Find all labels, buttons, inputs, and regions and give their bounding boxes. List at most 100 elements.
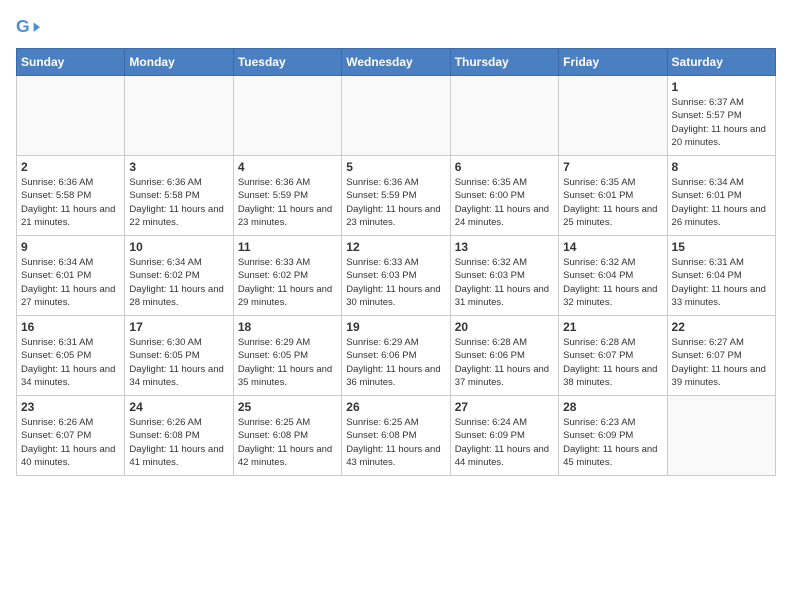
day-cell: 19 Sunrise: 6:29 AM Sunset: 6:06 PM Dayli… [342,316,450,396]
day-cell: 22Sunrise: 6:27 AM Sunset: 6:07 PM Dayli… [667,316,775,396]
day-info: Sunrise: 6:33 AM Sunset: 6:02 PM Dayligh… [238,256,337,309]
col-header-sunday: Sunday [17,49,125,76]
day-number: 6 [455,160,554,174]
day-cell: 18 Sunrise: 6:29 AM Sunset: 6:05 PM Dayli… [233,316,341,396]
day-cell: 11 Sunrise: 6:33 AM Sunset: 6:02 PM Dayli… [233,236,341,316]
day-cell: 15 Sunrise: 6:31 AM Sunset: 6:04 PM Dayli… [667,236,775,316]
day-cell: 20 Sunrise: 6:28 AM Sunset: 6:06 PM Dayli… [450,316,558,396]
day-cell [450,76,558,156]
day-number: 26 [346,400,445,414]
page-header: G [16,16,776,40]
col-header-saturday: Saturday [667,49,775,76]
day-number: 13 [455,240,554,254]
day-number: 5 [346,160,445,174]
day-number: 24 [129,400,228,414]
day-number: 28 [563,400,662,414]
day-cell: 12 Sunrise: 6:33 AM Sunset: 6:03 PM Dayli… [342,236,450,316]
day-info: Sunrise: 6:30 AM Sunset: 6:05 PM Dayligh… [129,336,228,389]
day-number: 14 [563,240,662,254]
day-cell: 3 Sunrise: 6:36 AM Sunset: 5:58 PM Daylig… [125,156,233,236]
day-cell: 10 Sunrise: 6:34 AM Sunset: 6:02 PM Dayli… [125,236,233,316]
day-info: Sunrise: 6:26 AM Sunset: 6:07 PM Dayligh… [21,416,120,469]
day-info: Sunrise: 6:28 AM Sunset: 6:06 PM Dayligh… [455,336,554,389]
col-header-thursday: Thursday [450,49,558,76]
day-cell: 21Sunrise: 6:28 AM Sunset: 6:07 PM Dayli… [559,316,667,396]
day-number: 1 [672,80,771,94]
day-info: Sunrise: 6:31 AM Sunset: 6:04 PM Dayligh… [672,256,771,309]
logo-icon: G [16,16,40,40]
week-row-3: 16 Sunrise: 6:31 AM Sunset: 6:05 PM Dayli… [17,316,776,396]
day-info: Sunrise: 6:35 AM Sunset: 6:00 PM Dayligh… [455,176,554,229]
svg-text:G: G [16,16,30,36]
day-cell [125,76,233,156]
day-number: 2 [21,160,120,174]
day-info: Sunrise: 6:36 AM Sunset: 5:59 PM Dayligh… [238,176,337,229]
day-number: 17 [129,320,228,334]
day-info: Sunrise: 6:26 AM Sunset: 6:08 PM Dayligh… [129,416,228,469]
day-info: Sunrise: 6:33 AM Sunset: 6:03 PM Dayligh… [346,256,445,309]
week-row-0: 1 Sunrise: 6:37 AM Sunset: 5:57 PM Daylig… [17,76,776,156]
day-cell [17,76,125,156]
day-info: Sunrise: 6:34 AM Sunset: 6:01 PM Dayligh… [672,176,771,229]
day-cell: 1 Sunrise: 6:37 AM Sunset: 5:57 PM Daylig… [667,76,775,156]
day-cell: 14 Sunrise: 6:32 AM Sunset: 6:04 PM Dayli… [559,236,667,316]
day-cell: 17 Sunrise: 6:30 AM Sunset: 6:05 PM Dayli… [125,316,233,396]
day-info: Sunrise: 6:32 AM Sunset: 6:03 PM Dayligh… [455,256,554,309]
col-header-wednesday: Wednesday [342,49,450,76]
day-cell: 27 Sunrise: 6:24 AM Sunset: 6:09 PM Dayli… [450,396,558,476]
day-info: Sunrise: 6:37 AM Sunset: 5:57 PM Dayligh… [672,96,771,149]
day-cell: 26 Sunrise: 6:25 AM Sunset: 6:08 PM Dayli… [342,396,450,476]
day-info: Sunrise: 6:36 AM Sunset: 5:58 PM Dayligh… [21,176,120,229]
col-header-friday: Friday [559,49,667,76]
day-number: 23 [21,400,120,414]
day-cell: 25 Sunrise: 6:25 AM Sunset: 6:08 PM Dayli… [233,396,341,476]
day-info: Sunrise: 6:34 AM Sunset: 6:02 PM Dayligh… [129,256,228,309]
day-cell [667,396,775,476]
day-cell: 28 Sunrise: 6:23 AM Sunset: 6:09 PM Dayli… [559,396,667,476]
day-info: Sunrise: 6:25 AM Sunset: 6:08 PM Dayligh… [238,416,337,469]
day-cell [342,76,450,156]
day-number: 27 [455,400,554,414]
day-cell [559,76,667,156]
day-number: 16 [21,320,120,334]
day-number: 11 [238,240,337,254]
day-number: 25 [238,400,337,414]
day-number: 19 [346,320,445,334]
day-cell [233,76,341,156]
day-cell: 7Sunrise: 6:35 AM Sunset: 6:01 PM Daylig… [559,156,667,236]
day-info: Sunrise: 6:23 AM Sunset: 6:09 PM Dayligh… [563,416,662,469]
day-info: Sunrise: 6:32 AM Sunset: 6:04 PM Dayligh… [563,256,662,309]
day-number: 8 [672,160,771,174]
day-cell: 13 Sunrise: 6:32 AM Sunset: 6:03 PM Dayli… [450,236,558,316]
day-number: 9 [21,240,120,254]
day-info: Sunrise: 6:36 AM Sunset: 5:58 PM Dayligh… [129,176,228,229]
day-number: 20 [455,320,554,334]
day-info: Sunrise: 6:31 AM Sunset: 6:05 PM Dayligh… [21,336,120,389]
calendar-table: SundayMondayTuesdayWednesdayThursdayFrid… [16,48,776,476]
day-info: Sunrise: 6:34 AM Sunset: 6:01 PM Dayligh… [21,256,120,309]
day-number: 4 [238,160,337,174]
day-info: Sunrise: 6:29 AM Sunset: 6:06 PM Dayligh… [346,336,445,389]
week-row-1: 2 Sunrise: 6:36 AM Sunset: 5:58 PM Daylig… [17,156,776,236]
day-number: 15 [672,240,771,254]
day-cell: 4 Sunrise: 6:36 AM Sunset: 5:59 PM Daylig… [233,156,341,236]
day-info: Sunrise: 6:25 AM Sunset: 6:08 PM Dayligh… [346,416,445,469]
day-info: Sunrise: 6:36 AM Sunset: 5:59 PM Dayligh… [346,176,445,229]
day-number: 18 [238,320,337,334]
day-number: 10 [129,240,228,254]
week-row-2: 9 Sunrise: 6:34 AM Sunset: 6:01 PM Daylig… [17,236,776,316]
day-info: Sunrise: 6:29 AM Sunset: 6:05 PM Dayligh… [238,336,337,389]
day-number: 22 [672,320,771,334]
week-row-4: 23 Sunrise: 6:26 AM Sunset: 6:07 PM Dayli… [17,396,776,476]
day-info: Sunrise: 6:35 AM Sunset: 6:01 PM Dayligh… [563,176,662,229]
day-info: Sunrise: 6:28 AM Sunset: 6:07 PM Dayligh… [563,336,662,389]
calendar-header-row: SundayMondayTuesdayWednesdayThursdayFrid… [17,49,776,76]
day-number: 3 [129,160,228,174]
day-cell: 6 Sunrise: 6:35 AM Sunset: 6:00 PM Daylig… [450,156,558,236]
day-cell: 8 Sunrise: 6:34 AM Sunset: 6:01 PM Daylig… [667,156,775,236]
day-cell: 9 Sunrise: 6:34 AM Sunset: 6:01 PM Daylig… [17,236,125,316]
day-info: Sunrise: 6:24 AM Sunset: 6:09 PM Dayligh… [455,416,554,469]
day-cell: 5 Sunrise: 6:36 AM Sunset: 5:59 PM Daylig… [342,156,450,236]
day-number: 12 [346,240,445,254]
day-cell: 24 Sunrise: 6:26 AM Sunset: 6:08 PM Dayli… [125,396,233,476]
